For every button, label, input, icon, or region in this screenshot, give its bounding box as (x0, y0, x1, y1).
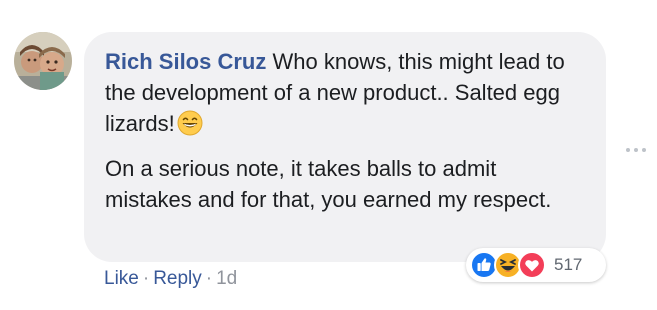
more-options-icon[interactable] (624, 142, 648, 152)
comment-author-name[interactable]: Rich Silos Cruz (105, 49, 266, 74)
reactions-summary[interactable]: 517 (466, 248, 606, 282)
like-link[interactable]: Like (104, 268, 139, 289)
comment-actions: Like · Reply · 1d (104, 267, 237, 291)
love-reaction-icon (518, 251, 546, 279)
comment-bubble: Rich Silos Cruz Who knows, this might le… (84, 32, 606, 262)
separator: · (205, 268, 213, 289)
comment-paragraph-1: Rich Silos Cruz Who knows, this might le… (105, 46, 575, 139)
reaction-icons (470, 251, 552, 279)
previous-comment-fragment: — — — — (160, 0, 360, 4)
comment-paragraph-2: On a serious note, it takes balls to adm… (105, 156, 552, 212)
timestamp[interactable]: 1d (216, 268, 237, 289)
reaction-count: 517 (554, 255, 583, 274)
grinning-face-emoji-icon (177, 110, 203, 136)
reply-link[interactable]: Reply (153, 268, 202, 289)
avatar[interactable] (14, 32, 72, 90)
separator: · (142, 268, 150, 289)
